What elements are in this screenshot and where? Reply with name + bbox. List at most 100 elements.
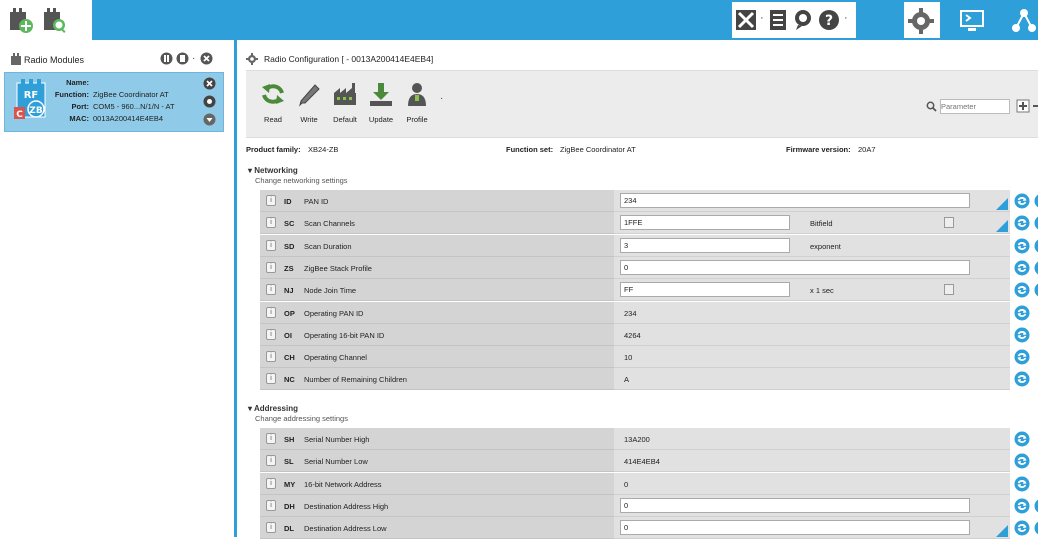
read-parameter-icon[interactable] [1014,215,1030,231]
info-icon[interactable]: i [266,433,276,444]
info-icon[interactable]: i [266,262,276,273]
add-device-icon[interactable] [6,6,34,34]
discover-devices-icon[interactable] [40,6,68,34]
read-parameter-icon[interactable] [1014,476,1030,492]
info-icon[interactable]: i [266,217,276,228]
parameter-value-readonly: 0 [624,480,628,489]
parameter-code: DL [284,524,294,533]
info-icon[interactable]: i [266,455,276,466]
parameter-value-input[interactable]: 3 [620,238,790,253]
calculator-icon[interactable] [944,217,954,228]
parameter-code: CH [284,353,295,362]
read-parameter-icon[interactable] [1014,238,1030,254]
read-icon [260,81,286,107]
radio-module-icon [10,53,22,65]
console-mode-icon[interactable] [958,8,986,34]
disconnect-module-icon[interactable] [203,77,216,90]
parameter-row: iDHDestination Address High 0 [260,495,1010,517]
changed-indicator-icon [996,220,1008,232]
add-module-icon[interactable] [176,52,189,65]
parameter-value-input[interactable]: 0 [620,498,970,513]
info-icon[interactable]: i [266,240,276,251]
console-log-icon[interactable] [768,9,788,31]
radio-configuration-panel: Radio Configuration [ - 0013A200414E4EB4… [240,48,1038,537]
parameter-code: OP [284,309,295,318]
info-icon[interactable]: i [266,500,276,511]
default-button[interactable]: Default [328,81,362,131]
read-button[interactable]: Read [256,81,290,131]
read-parameter-icon[interactable] [1014,349,1030,365]
module-settings-icon[interactable] [203,95,216,108]
help-icon[interactable]: ? [818,9,840,31]
info-icon[interactable]: i [266,284,276,295]
info-icon[interactable]: i [266,351,276,362]
info-icon[interactable]: i [266,195,276,206]
write-button[interactable]: Write [292,81,326,131]
parameter-value-input[interactable]: 1FFE [620,215,790,230]
help-dropdown-icon[interactable]: · [844,12,848,24]
write-parameter-icon[interactable] [1034,282,1038,298]
parameter-label-cell: iDHDestination Address High [260,495,614,517]
networking-section-header[interactable]: ▾ Networking Change networking settings [248,166,348,185]
read-parameter-icon[interactable] [1014,193,1030,209]
update-button[interactable]: Update [364,81,398,131]
read-parameter-icon[interactable] [1014,282,1030,298]
changed-indicator-icon [996,525,1008,537]
collapse-all-icon[interactable] [1033,99,1038,113]
info-icon[interactable]: i [266,329,276,340]
parameter-label-cell: iNCNumber of Remaining Children [260,368,614,390]
write-parameter-icon[interactable] [1034,238,1038,254]
expand-all-icon[interactable] [1016,99,1030,113]
calculator-icon[interactable] [944,284,954,295]
parameter-search-input[interactable] [940,99,1010,114]
parameter-value-cell: 0 [614,473,1010,495]
parameter-value-input[interactable]: FF [620,282,790,297]
tools-icon[interactable] [735,9,757,31]
parameter-label-cell: iZSZigBee Stack Profile [260,257,614,279]
parameter-row: iCHOperating Channel10 [260,346,1010,368]
parameter-row: iOPOperating PAN ID234 [260,302,1010,324]
read-parameter-icon[interactable] [1014,431,1030,447]
parameter-value-cell: 0 [614,257,1010,279]
info-icon[interactable]: i [266,522,276,533]
parameter-value-input[interactable]: 234 [620,193,970,208]
configuration-gear-icon[interactable] [908,8,934,34]
tools-dropdown-icon[interactable]: · [760,12,764,24]
parameter-value-input[interactable]: 0 [620,520,970,535]
write-parameter-icon[interactable] [1034,520,1038,536]
collapse-triangle-icon: ▾ [248,404,252,413]
parameter-label-cell: iOIOperating 16-bit PAN ID [260,324,614,346]
read-parameter-icon[interactable] [1014,260,1030,276]
network-mode-icon[interactable] [1010,8,1038,34]
read-parameter-icon[interactable] [1014,371,1030,387]
feedback-icon[interactable] [792,9,814,31]
info-icon[interactable]: i [266,373,276,384]
module-expand-icon[interactable] [203,113,216,126]
remove-all-modules-icon[interactable] [200,52,213,65]
write-parameter-icon[interactable] [1034,193,1038,209]
radio-module-card[interactable]: RF ZB C Name: Function: ZigBee Coordinat… [4,72,224,132]
read-parameter-icon[interactable] [1014,520,1030,536]
read-parameter-icon[interactable] [1014,327,1030,343]
write-parameter-icon[interactable] [1034,260,1038,276]
read-parameter-icon[interactable] [1014,305,1030,321]
module-options-dropdown-icon[interactable]: · [192,53,195,64]
parameter-name: Operating 16-bit PAN ID [304,331,384,340]
parameter-value-input[interactable]: 0 [620,260,970,275]
write-parameter-icon[interactable] [1034,215,1038,231]
profile-dropdown-icon[interactable]: · [440,93,443,104]
read-parameter-icon[interactable] [1014,453,1030,469]
info-icon[interactable]: i [266,478,276,489]
write-icon [296,81,322,107]
parameter-value-cell: 0 [614,495,1010,517]
parameter-name: 16-bit Network Address [304,480,382,489]
addressing-section-header[interactable]: ▾ Addressing Change addressing settings [248,404,348,423]
profile-button[interactable]: Profile [400,81,434,131]
parameter-value-readonly: 4264 [624,331,641,340]
read-parameter-icon[interactable] [1014,498,1030,514]
function-set-value: ZigBee Coordinator AT [560,145,636,154]
filter-icon[interactable] [160,52,173,65]
parameter-value-cell: 0 [614,517,1010,539]
write-parameter-icon[interactable] [1034,498,1038,514]
info-icon[interactable]: i [266,307,276,318]
